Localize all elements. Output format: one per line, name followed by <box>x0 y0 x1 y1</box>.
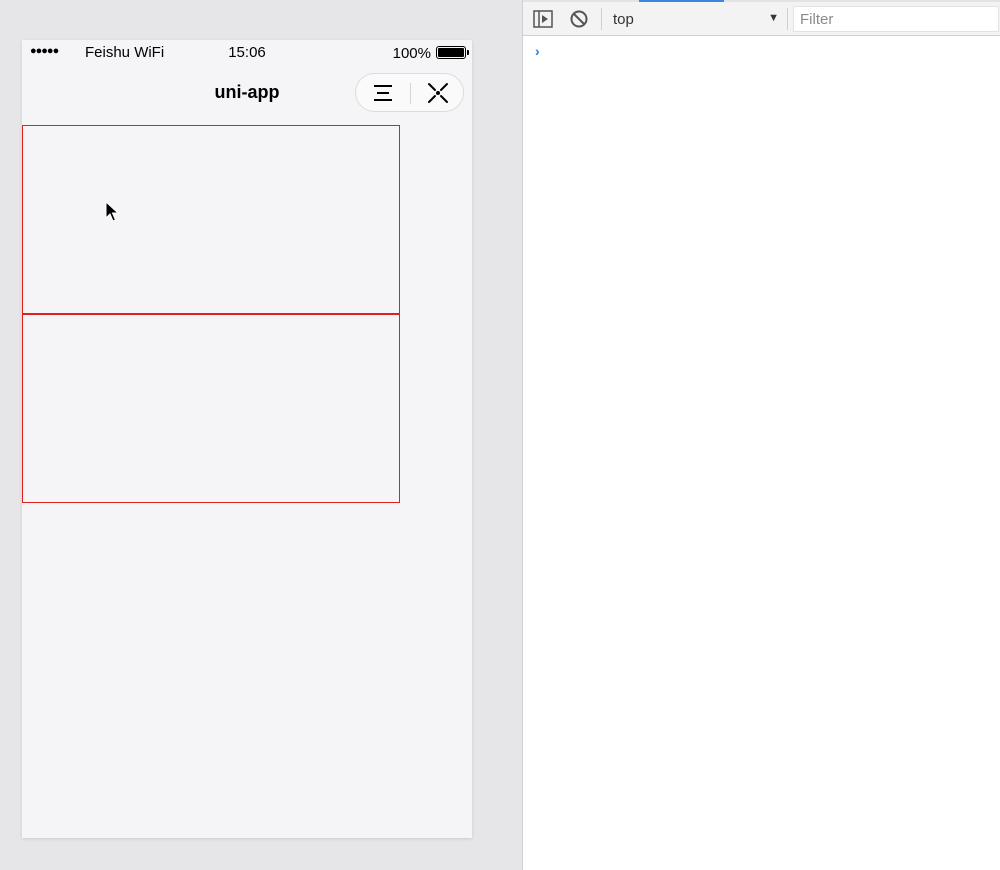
content-box-top <box>22 125 400 315</box>
devtools-console-panel: top ▼ › <box>522 0 1000 870</box>
simulator-area: ●●●●● Feishu WiFi 15:06 100% uni-app <box>0 0 522 870</box>
content-box-bottom <box>22 313 400 503</box>
execution-context-select[interactable]: top ▼ <box>607 6 779 31</box>
mouse-cursor-icon <box>105 201 119 222</box>
filter-input[interactable] <box>793 6 999 32</box>
close-miniapp-button[interactable] <box>411 74 465 111</box>
toolbar-top-border <box>523 0 1000 2</box>
phone-screen: ●●●●● Feishu WiFi 15:06 100% uni-app <box>22 40 472 838</box>
battery-icon <box>436 46 469 59</box>
clear-console-icon[interactable] <box>569 9 589 29</box>
sidebar-toggle-icon[interactable] <box>533 10 553 28</box>
toolbar-separator <box>787 8 788 30</box>
console-output[interactable]: › <box>523 37 1000 870</box>
close-icon <box>428 82 448 103</box>
menu-icon <box>374 84 392 101</box>
console-toolbar: top ▼ <box>523 0 1000 36</box>
active-tab-indicator <box>639 0 724 2</box>
navigation-bar: uni-app <box>22 66 472 124</box>
more-menu-button[interactable] <box>356 74 410 111</box>
capsule-menu <box>355 73 464 112</box>
console-prompt-icon: › <box>535 43 540 59</box>
context-value: top <box>613 11 634 28</box>
toolbar-separator <box>601 8 602 30</box>
dropdown-triangle-icon: ▼ <box>768 12 779 24</box>
battery-percentage: 100% <box>392 45 431 62</box>
status-bar: ●●●●● Feishu WiFi 15:06 100% <box>22 40 472 66</box>
